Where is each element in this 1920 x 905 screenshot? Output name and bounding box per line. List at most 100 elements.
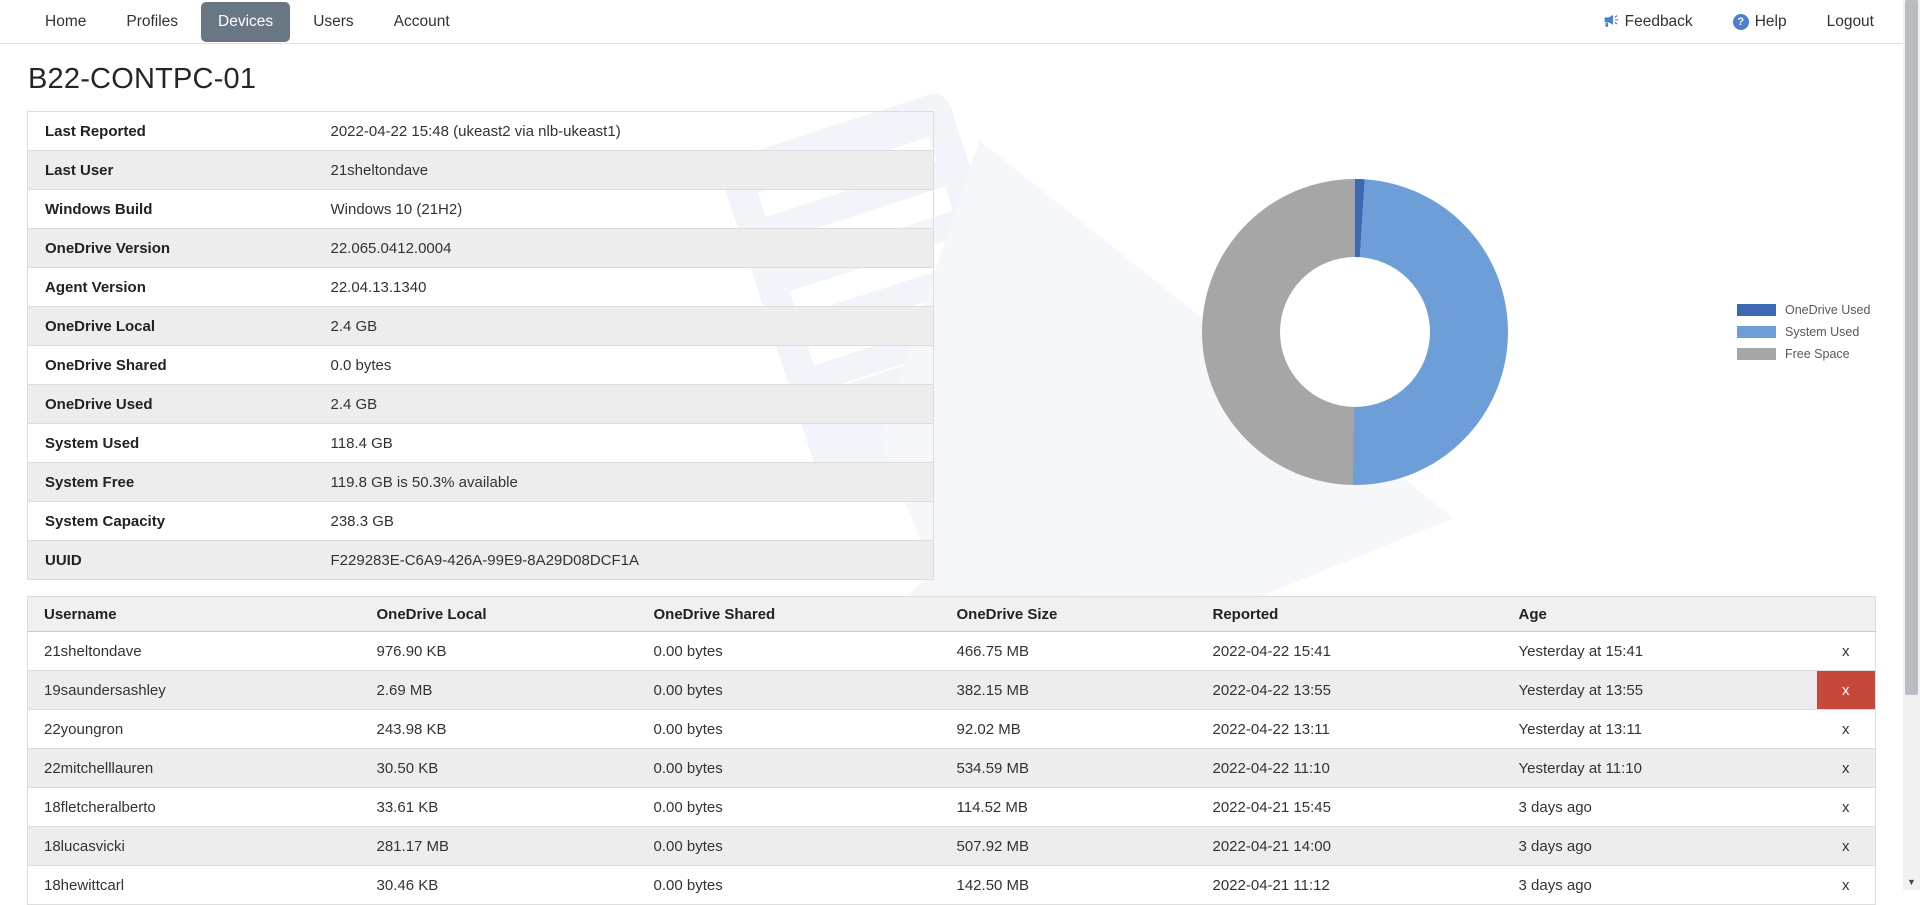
nav-right: Feedback ? Help Logout xyxy=(1602,13,1874,31)
delete-user-button[interactable]: x xyxy=(1817,632,1876,671)
cell-reported: 2022-04-21 11:12 xyxy=(1213,866,1519,905)
cell-onedrive-size: 114.52 MB xyxy=(957,788,1213,827)
logout-link[interactable]: Logout xyxy=(1827,13,1874,31)
cell-onedrive-size: 92.02 MB xyxy=(957,710,1213,749)
col-header-username: Username xyxy=(28,597,377,632)
cell-age: 3 days ago xyxy=(1519,788,1817,827)
cell-onedrive-local: 976.90 KB xyxy=(377,632,654,671)
cell-reported: 2022-04-22 13:55 xyxy=(1213,671,1519,710)
logout-label: Logout xyxy=(1827,13,1874,31)
legend-swatch-system-used xyxy=(1737,326,1776,338)
table-row: 22youngron 243.98 KB 0.00 bytes 92.02 MB… xyxy=(28,710,1876,749)
scrollbar-down-arrow[interactable]: ▼ xyxy=(1903,873,1920,890)
vertical-scrollbar[interactable]: ▼ xyxy=(1903,0,1920,890)
cell-reported: 2022-04-22 11:10 xyxy=(1213,749,1519,788)
nav-item-profiles[interactable]: Profiles xyxy=(109,2,195,42)
cell-onedrive-local: 30.46 KB xyxy=(377,866,654,905)
legend-item-free-space[interactable]: Free Space xyxy=(1737,343,1870,365)
legend-swatch-free-space xyxy=(1737,348,1776,360)
col-header-reported: Reported xyxy=(1213,597,1519,632)
help-icon: ? xyxy=(1733,14,1749,30)
cell-age: Yesterday at 13:11 xyxy=(1519,710,1817,749)
cell-username: 21sheltondave xyxy=(28,632,377,671)
detail-value: Windows 10 (21H2) xyxy=(331,190,934,229)
chart-legend: OneDrive Used System Used Free Space xyxy=(1737,299,1870,365)
table-row: 21sheltondave 976.90 KB 0.00 bytes 466.7… xyxy=(28,632,1876,671)
storage-donut-chart[interactable] xyxy=(1202,179,1508,485)
cell-onedrive-shared: 0.00 bytes xyxy=(654,827,957,866)
detail-value: 2.4 GB xyxy=(331,307,934,346)
feedback-link[interactable]: Feedback xyxy=(1602,13,1693,31)
cell-age: 3 days ago xyxy=(1519,827,1817,866)
col-header-actions xyxy=(1817,597,1876,632)
detail-value: 2.4 GB xyxy=(331,385,934,424)
detail-row: UUIDF229283E-C6A9-426A-99E9-8A29D08DCF1A xyxy=(28,541,934,580)
cell-reported: 2022-04-21 14:00 xyxy=(1213,827,1519,866)
legend-item-onedrive-used[interactable]: OneDrive Used xyxy=(1737,299,1870,321)
cell-username: 18hewittcarl xyxy=(28,866,377,905)
detail-value: 118.4 GB xyxy=(331,424,934,463)
table-row: 18lucasvicki 281.17 MB 0.00 bytes 507.92… xyxy=(28,827,1876,866)
detail-label: System Free xyxy=(28,463,331,502)
delete-user-button[interactable]: x xyxy=(1817,866,1876,905)
detail-row: Agent Version22.04.13.1340 xyxy=(28,268,934,307)
detail-label: Agent Version xyxy=(28,268,331,307)
detail-label: System Capacity xyxy=(28,502,331,541)
detail-row: OneDrive Local2.4 GB xyxy=(28,307,934,346)
nav-item-users[interactable]: Users xyxy=(296,2,370,42)
legend-item-system-used[interactable]: System Used xyxy=(1737,321,1870,343)
cell-username: 19saundersashley xyxy=(28,671,377,710)
megaphone-icon xyxy=(1602,14,1619,29)
detail-row: Windows BuildWindows 10 (21H2) xyxy=(28,190,934,229)
detail-label: Last Reported xyxy=(28,112,331,151)
nav-left: Home Profiles Devices Users Account xyxy=(28,0,467,43)
detail-value: 0.0 bytes xyxy=(331,346,934,385)
legend-label: System Used xyxy=(1785,325,1859,339)
page-title: B22-CONTPC-01 xyxy=(28,63,1920,96)
delete-user-button-highlighted[interactable]: x xyxy=(1817,671,1876,710)
detail-label: OneDrive Version xyxy=(28,229,331,268)
col-header-onedrive-shared: OneDrive Shared xyxy=(654,597,957,632)
detail-row: Last User21sheltondave xyxy=(28,151,934,190)
detail-label: System Used xyxy=(28,424,331,463)
cell-onedrive-shared: 0.00 bytes xyxy=(654,671,957,710)
detail-row: System Free119.8 GB is 50.3% available xyxy=(28,463,934,502)
detail-row: OneDrive Shared0.0 bytes xyxy=(28,346,934,385)
detail-label: UUID xyxy=(28,541,331,580)
detail-value: 22.04.13.1340 xyxy=(331,268,934,307)
delete-user-button[interactable]: x xyxy=(1817,710,1876,749)
nav-item-account[interactable]: Account xyxy=(377,2,467,42)
cell-username: 22mitchelllauren xyxy=(28,749,377,788)
nav-item-home[interactable]: Home xyxy=(28,2,103,42)
table-row: 18fletcheralberto 33.61 KB 0.00 bytes 11… xyxy=(28,788,1876,827)
col-header-onedrive-size: OneDrive Size xyxy=(957,597,1213,632)
cell-username: 18lucasvicki xyxy=(28,827,377,866)
nav-item-devices[interactable]: Devices xyxy=(201,2,290,42)
cell-age: Yesterday at 11:10 xyxy=(1519,749,1817,788)
top-navbar: Home Profiles Devices Users Account Feed… xyxy=(0,0,1920,44)
detail-label: OneDrive Shared xyxy=(28,346,331,385)
cell-age: 3 days ago xyxy=(1519,866,1817,905)
detail-value: 238.3 GB xyxy=(331,502,934,541)
cell-onedrive-local: 33.61 KB xyxy=(377,788,654,827)
delete-user-button[interactable]: x xyxy=(1817,749,1876,788)
detail-row: System Capacity238.3 GB xyxy=(28,502,934,541)
legend-swatch-onedrive-used xyxy=(1737,304,1776,316)
cell-reported: 2022-04-21 15:45 xyxy=(1213,788,1519,827)
help-label: Help xyxy=(1755,13,1787,31)
cell-reported: 2022-04-22 13:11 xyxy=(1213,710,1519,749)
detail-label: OneDrive Used xyxy=(28,385,331,424)
delete-user-button[interactable]: x xyxy=(1817,788,1876,827)
cell-onedrive-shared: 0.00 bytes xyxy=(654,632,957,671)
help-link[interactable]: ? Help xyxy=(1733,13,1787,31)
scrollbar-thumb[interactable] xyxy=(1905,0,1918,695)
legend-label: Free Space xyxy=(1785,347,1850,361)
col-header-age: Age xyxy=(1519,597,1817,632)
cell-onedrive-local: 30.50 KB xyxy=(377,749,654,788)
users-table-header: Username OneDrive Local OneDrive Shared … xyxy=(28,597,1876,632)
cell-onedrive-size: 507.92 MB xyxy=(957,827,1213,866)
detail-label: Last User xyxy=(28,151,331,190)
detail-value: 21sheltondave xyxy=(331,151,934,190)
detail-value: F229283E-C6A9-426A-99E9-8A29D08DCF1A xyxy=(331,541,934,580)
delete-user-button[interactable]: x xyxy=(1817,827,1876,866)
